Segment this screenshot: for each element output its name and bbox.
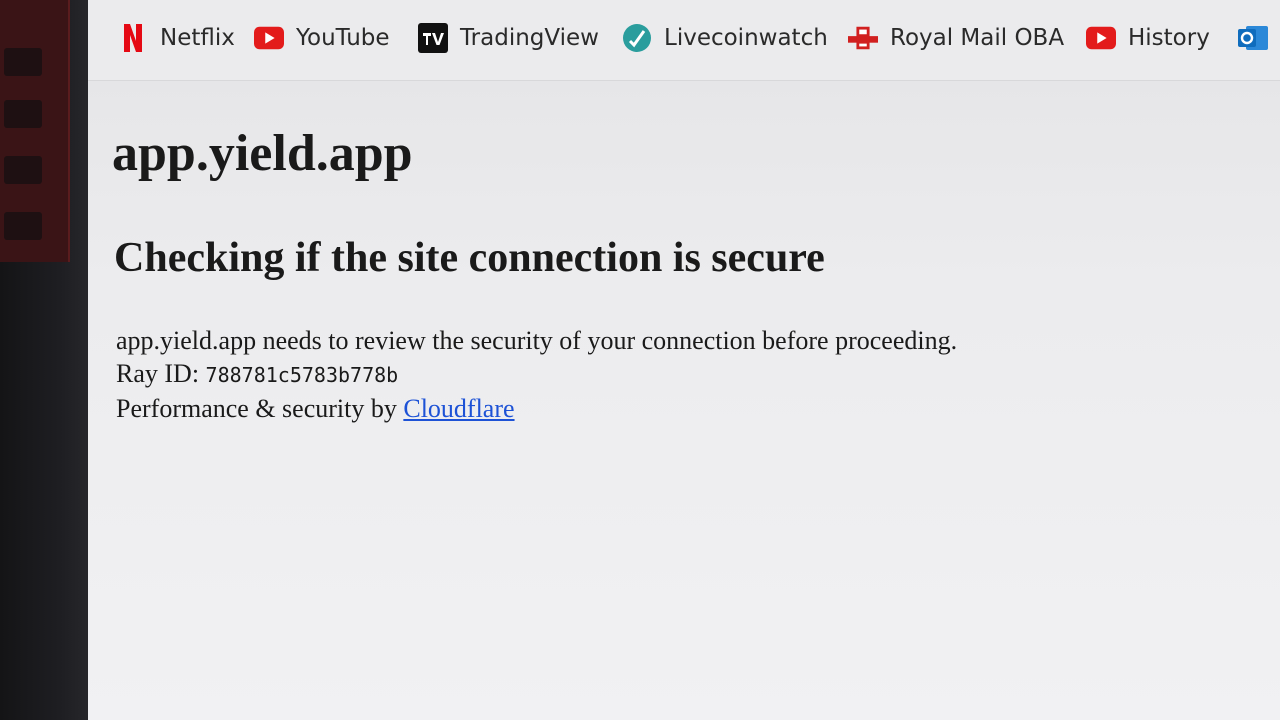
youtube-icon: [254, 23, 284, 53]
bookmark-label: History: [1128, 25, 1210, 51]
cloudflare-link[interactable]: Cloudflare: [403, 394, 514, 423]
bookmark-label: YouTube: [296, 25, 390, 51]
taskbar-button[interactable]: [4, 212, 42, 240]
bookmarks-bar: Netflix YouTube TradingView Livecoinwatc…: [88, 0, 1280, 81]
bookmark-label: Livecoinwatch: [664, 25, 828, 51]
youtube-icon: [1086, 23, 1116, 53]
ray-id-label: Ray ID:: [116, 359, 206, 388]
page-title: app.yield.app: [112, 125, 413, 182]
ray-id-value: 788781c5783b778b: [205, 363, 399, 387]
page-heading: Checking if the site connection is secur…: [114, 235, 825, 281]
tradingview-icon: [418, 23, 448, 53]
taskbar-button[interactable]: [4, 156, 42, 184]
challenge-text: app.yield.app needs to review the securi…: [112, 324, 1252, 425]
livecoinwatch-icon: [622, 23, 652, 53]
performance-text: Performance & security by: [116, 394, 404, 423]
outlook-icon: [1238, 23, 1268, 53]
review-text: app.yield.app needs to review the securi…: [116, 326, 958, 355]
browser-viewport: Netflix YouTube TradingView Livecoinwatc…: [88, 0, 1280, 720]
challenge-page: app.yield.app Checking if the site conne…: [112, 120, 1252, 425]
monitor-bezel: [0, 0, 100, 720]
taskbar-button[interactable]: [4, 48, 42, 76]
taskbar-panel: [0, 0, 70, 262]
bookmark-label: TradingView: [460, 25, 599, 51]
taskbar-button[interactable]: [4, 100, 42, 128]
bookmark-youtube[interactable]: YouTube: [254, 18, 390, 58]
bookmark-label: Royal Mail OBA: [890, 25, 1065, 51]
bookmark-livecoinwatch[interactable]: Livecoinwatch: [622, 18, 828, 58]
bookmark-history[interactable]: History: [1086, 18, 1210, 58]
royal-mail-icon: [848, 23, 878, 53]
bookmark-outlook[interactable]: [1238, 18, 1280, 58]
bookmark-tradingview[interactable]: TradingView: [418, 18, 599, 58]
netflix-icon: [118, 23, 148, 53]
ray-id-line: Ray ID: 788781c5783b778b: [116, 357, 1252, 392]
bookmark-label: Netflix: [160, 25, 235, 51]
bookmark-royal-mail[interactable]: Royal Mail OBA: [848, 18, 1064, 58]
bookmark-netflix[interactable]: Netflix: [118, 18, 235, 58]
performance-line: Performance & security by Cloudflare: [116, 392, 1252, 425]
